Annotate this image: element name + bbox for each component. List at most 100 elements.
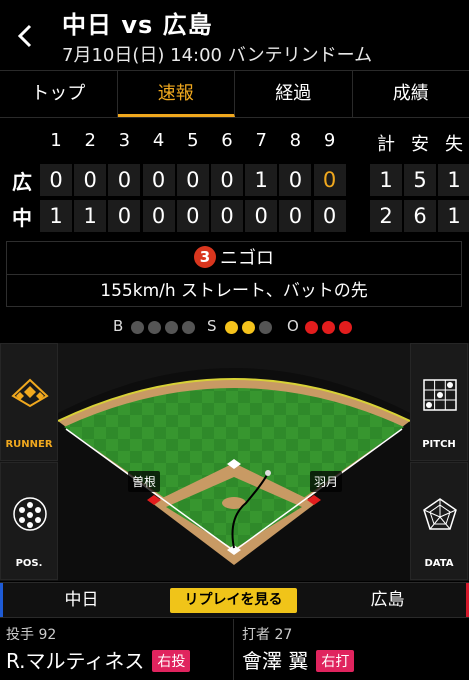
pitcher-info[interactable]: 投手 92 R.マルティネス 右投 (0, 619, 232, 680)
total-value: 1 (438, 200, 469, 232)
tab-live[interactable]: 速報 (117, 71, 235, 117)
replay-button[interactable]: リプレイを見る (170, 588, 297, 613)
inning-header: 2 (84, 130, 96, 151)
radar-chart-icon (423, 498, 457, 530)
total-value: 1 (438, 164, 469, 196)
total-value: 6 (404, 200, 436, 232)
ball-dot (182, 321, 195, 334)
ball-dot (165, 321, 178, 334)
team-bar: 中日 リプレイを見る 広島 (0, 582, 469, 618)
pos-label: POS. (15, 558, 43, 569)
pitcher-name: R.マルティネス (6, 649, 145, 673)
inning-score: 0 (211, 164, 243, 196)
batter-name-row: 會澤 翼右打 (242, 645, 355, 674)
pitcher-hand-badge: 右投 (152, 650, 191, 672)
totals-header: 安 (411, 134, 429, 155)
runner-first-name: 羽月 (310, 471, 343, 492)
play-result-text: ニゴロ (220, 248, 274, 269)
out-dot (339, 321, 352, 334)
field-panel: RUNNER POS. PITCH DATA 曽根 羽月 (0, 343, 469, 581)
live-score-screen: 中日 vs 広島 7月10日(日) 14:00 バンテリンドーム トップ 速報 … (0, 0, 469, 680)
batter-order-badge: 3 (194, 246, 216, 268)
inning-score: 0 (279, 164, 312, 196)
batter-name: 會澤 翼 (242, 649, 309, 673)
outs-label: O (287, 317, 299, 335)
tab-stats[interactable]: 成績 (353, 71, 469, 117)
inning-header: 9 (323, 130, 336, 151)
totals-header: 計 (377, 134, 395, 155)
inning-score: 0 (176, 164, 209, 196)
play-result-box: 3 ニゴロ 155km/h ストレート、バットの先 (6, 241, 462, 307)
team-abbrev: 広 (12, 170, 32, 194)
batter-hand-badge: 右打 (316, 650, 355, 672)
tab-progress[interactable]: 経過 (235, 71, 353, 117)
inning-score: 0 (74, 164, 107, 196)
inning-score: 0 (313, 164, 346, 196)
batter-info[interactable]: 打者 27 會澤 翼右打 (236, 619, 468, 680)
inning-score: 0 (313, 200, 346, 232)
runner-label: RUNNER (5, 439, 53, 450)
balls-label: B (113, 317, 124, 335)
pitch-label: PITCH (422, 439, 456, 450)
inning-header: 8 (289, 130, 302, 151)
back-arrow-icon[interactable] (12, 22, 40, 50)
runner-button[interactable]: RUNNER (0, 343, 58, 461)
pitch-button[interactable]: PITCH (410, 343, 468, 461)
away-team-tab[interactable]: 広島 (309, 583, 469, 617)
totals-header: 失 (445, 134, 463, 155)
strike-dot (242, 321, 255, 334)
home-team-tab[interactable]: 中日 (0, 583, 160, 617)
ball-dot (148, 321, 161, 334)
tab-top[interactable]: トップ (0, 71, 118, 117)
inning-score: 0 (211, 200, 243, 232)
inning-header: 5 (187, 130, 199, 151)
header: 中日 vs 広島 7月10日(日) 14:00 バンテリンドーム (0, 0, 469, 70)
out-dot (305, 321, 318, 334)
matchup: 投手 92 R.マルティネス 右投 打者 27 會澤 翼右打 (0, 619, 469, 680)
pitcher-role: 投手 92 (6, 627, 57, 643)
inning-header: 3 (118, 130, 131, 151)
tab-bar: トップ 速報 経過 成績 (0, 70, 469, 118)
data-label: DATA (424, 558, 454, 569)
position-button[interactable]: POS. (0, 462, 58, 580)
inning-score: 1 (74, 200, 107, 232)
ball-dot (131, 321, 144, 334)
data-button[interactable]: DATA (410, 462, 468, 580)
runner-third-name: 曽根 (128, 471, 161, 492)
total-value: 2 (370, 200, 402, 232)
inning-score: 0 (245, 200, 278, 232)
ball-count: B S O (0, 316, 469, 338)
total-value: 5 (404, 164, 436, 196)
play-result: 3 ニゴロ (7, 242, 461, 275)
inning-score: 0 (142, 164, 175, 196)
inning-score: 0 (142, 200, 175, 232)
inning-score: 1 (245, 164, 278, 196)
pitch-grid-icon (423, 379, 457, 411)
team-abbrev: 中 (12, 206, 32, 230)
pitcher-name-row: R.マルティネス 右投 (6, 645, 191, 674)
inning-score: 0 (176, 200, 209, 232)
inning-score: 0 (40, 164, 72, 196)
inning-header: 1 (50, 130, 62, 151)
baseball-field (58, 368, 410, 581)
out-dot (322, 321, 335, 334)
positions-icon (13, 497, 47, 531)
game-subtitle: 7月10日(日) 14:00 バンテリンドーム (62, 45, 373, 66)
batter-role: 打者 27 (242, 627, 293, 643)
total-value: 1 (370, 164, 402, 196)
scoreboard: 123456789計安失広000000100151中110000000261 (0, 126, 469, 232)
strike-dot (259, 321, 272, 334)
inning-score: 0 (108, 200, 141, 232)
strike-dot (225, 321, 238, 334)
diamond-icon (11, 378, 49, 408)
inning-score: 0 (108, 164, 141, 196)
strikes-label: S (207, 317, 217, 335)
inning-header: 6 (221, 130, 233, 151)
divider (233, 619, 234, 680)
inning-header: 4 (152, 130, 165, 151)
inning-score: 0 (279, 200, 312, 232)
pitch-description: 155km/h ストレート、バットの先 (100, 281, 368, 301)
inning-header: 7 (255, 130, 267, 151)
inning-score: 1 (40, 200, 72, 232)
game-title: 中日 vs 広島 (62, 11, 213, 39)
